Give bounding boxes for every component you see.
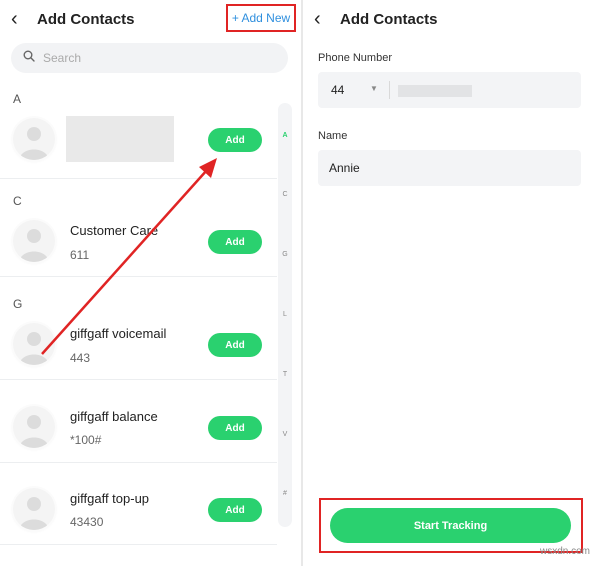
alphabet-index-scrollbar[interactable]: A C G L T V # [278,103,292,527]
contact-name: Customer Care [70,223,159,238]
index-letter-l[interactable]: L [278,311,292,318]
name-field[interactable]: Annie [318,150,581,186]
name-label: Name [318,130,348,142]
country-code-select[interactable]: 44 [331,83,344,97]
contact-number: 43430 [70,515,104,529]
contact-number: *100# [70,433,102,447]
search-bar[interactable] [11,43,288,73]
add-contact-button[interactable]: Add [208,230,262,254]
search-icon [23,49,35,67]
list-item[interactable]: giffgaff top-up 43430 Add [0,465,277,545]
page-title: Add Contacts [340,10,438,28]
contact-number: 443 [70,351,91,365]
contact-name: giffgaff balance [70,409,158,424]
list-item[interactable]: giffgaff voicemail 443 Add [0,300,277,380]
redacted-contact-name [66,116,174,162]
redacted-phone-number[interactable] [398,85,472,97]
index-letter-g[interactable]: G [278,251,292,258]
right-header: ‹ Add Contacts [314,8,438,30]
avatar-icon [13,406,55,448]
phone-number-field[interactable]: 44 ▼ [318,72,581,108]
back-chevron-icon[interactable]: ‹ [11,9,31,29]
index-letter-c[interactable]: C [278,191,292,198]
list-item[interactable]: Add [0,99,277,179]
index-letter-a[interactable]: A [278,132,292,139]
contact-name: giffgaff voicemail [70,326,167,341]
phone-number-label: Phone Number [318,52,392,64]
avatar-icon [13,488,55,530]
add-contact-form-panel: ‹ Add Contacts Phone Number 44 ▼ Name An… [303,0,600,566]
contact-number: 611 [70,248,90,262]
avatar-icon [13,323,55,365]
page-title: Add Contacts [37,10,135,28]
contacts-list-panel: ‹ Add Contacts + Add New A Add C Custome… [0,0,301,566]
add-contact-button[interactable]: Add [208,498,262,522]
avatar-icon [13,220,55,262]
start-tracking-button[interactable]: Start Tracking [330,508,571,543]
add-contact-button[interactable]: Add [208,128,262,152]
add-contact-button[interactable]: Add [208,416,262,440]
list-item[interactable]: giffgaff balance *100# Add [0,383,277,463]
index-letter-hash[interactable]: # [278,490,292,497]
search-input[interactable] [43,51,243,65]
list-item[interactable]: Customer Care 611 Add [0,197,277,277]
add-contact-button[interactable]: Add [208,333,262,357]
field-separator [389,81,390,99]
contact-name: giffgaff top-up [70,491,150,506]
add-new-button[interactable]: + Add New [226,4,296,32]
left-header: ‹ Add Contacts [11,8,135,30]
back-chevron-icon[interactable]: ‹ [314,9,334,29]
caret-down-icon[interactable]: ▼ [370,84,378,93]
avatar-icon [13,118,55,160]
index-letter-t[interactable]: T [278,371,292,378]
name-input-value[interactable]: Annie [329,161,360,175]
watermark-text: wsxdn.com [539,546,590,557]
index-letter-v[interactable]: V [278,431,292,438]
